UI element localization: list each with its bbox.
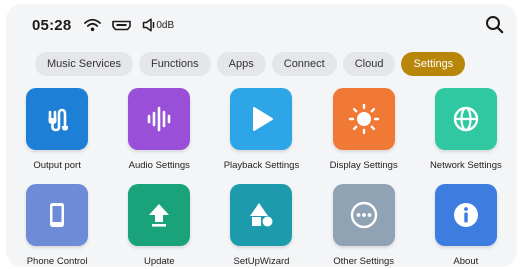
phone-control-item[interactable]: Phone Control — [6, 184, 108, 267]
display-settings-label: Display Settings — [329, 160, 398, 171]
update-item[interactable]: Update — [108, 184, 210, 267]
tab-apps[interactable]: Apps — [216, 52, 266, 76]
audio-settings-item[interactable]: Audio Settings — [108, 88, 210, 180]
volume-label: 0dB — [156, 19, 175, 31]
playback-settings-item[interactable]: Playback Settings — [210, 88, 312, 180]
other-settings-label: Other Settings — [333, 256, 395, 267]
network-settings-label: Network Settings — [429, 160, 502, 171]
status-bar: 05:28 0dB — [32, 15, 174, 35]
output-port-label: Output port — [33, 160, 81, 171]
settings-row: Output port Audio Settings Playback Sett… — [6, 88, 517, 180]
about-item[interactable]: About — [415, 184, 517, 267]
search-icon — [485, 15, 503, 33]
about-label: About — [453, 256, 479, 267]
wifi-icon — [84, 18, 102, 32]
info-icon — [453, 203, 478, 227]
tab-functions[interactable]: Functions — [138, 52, 211, 76]
phone-control-label: Phone Control — [26, 256, 88, 267]
other-settings-tile[interactable] — [332, 184, 395, 246]
category-tabs: Music Services Functions Apps Connect Cl… — [35, 52, 466, 76]
settings-row: Phone Control Update SetUpWizard Other S… — [6, 184, 517, 267]
phone-icon — [50, 203, 65, 227]
playback-settings-label: Playback Settings — [223, 160, 300, 171]
update-tile[interactable] — [128, 184, 191, 246]
device-screen: 05:28 0dB Music Services Functions Apps … — [6, 4, 517, 267]
globe-icon — [453, 106, 479, 132]
hdmi-icon — [112, 20, 132, 31]
network-settings-item[interactable]: Network Settings — [415, 88, 517, 180]
brightness-icon — [348, 103, 379, 135]
phone-control-tile[interactable] — [26, 184, 89, 246]
output-port-tile[interactable] — [26, 88, 89, 150]
tab-music-services[interactable]: Music Services — [35, 52, 133, 76]
tab-cloud[interactable]: Cloud — [342, 52, 396, 76]
tab-connect[interactable]: Connect — [271, 52, 337, 76]
output-port-icon — [48, 108, 69, 132]
upload-arrow-icon — [149, 204, 170, 227]
shapes-icon — [250, 203, 273, 227]
about-tile[interactable] — [434, 184, 497, 246]
display-settings-item[interactable]: Display Settings — [313, 88, 415, 180]
update-label: Update — [143, 256, 175, 267]
settings-grid: Output port Audio Settings Playback Sett… — [6, 88, 517, 267]
setup-wizard-tile[interactable] — [230, 184, 293, 246]
audio-settings-label: Audio Settings — [128, 160, 190, 171]
clock: 05:28 — [32, 16, 72, 34]
display-settings-tile[interactable] — [332, 88, 395, 150]
network-settings-tile[interactable] — [434, 88, 497, 150]
output-port-item[interactable]: Output port — [6, 88, 108, 180]
audio-wave-icon — [147, 106, 171, 132]
play-icon — [253, 107, 274, 131]
setup-wizard-item[interactable]: SetUpWizard — [210, 184, 312, 267]
tab-settings[interactable]: Settings — [401, 52, 466, 76]
more-dots-icon — [350, 201, 377, 229]
setup-wizard-label: SetUpWizard — [233, 256, 290, 267]
playback-settings-tile[interactable] — [230, 88, 293, 150]
search-button[interactable] — [483, 13, 505, 35]
speaker-icon — [142, 18, 155, 32]
audio-settings-tile[interactable] — [128, 88, 191, 150]
other-settings-item[interactable]: Other Settings — [313, 184, 415, 267]
